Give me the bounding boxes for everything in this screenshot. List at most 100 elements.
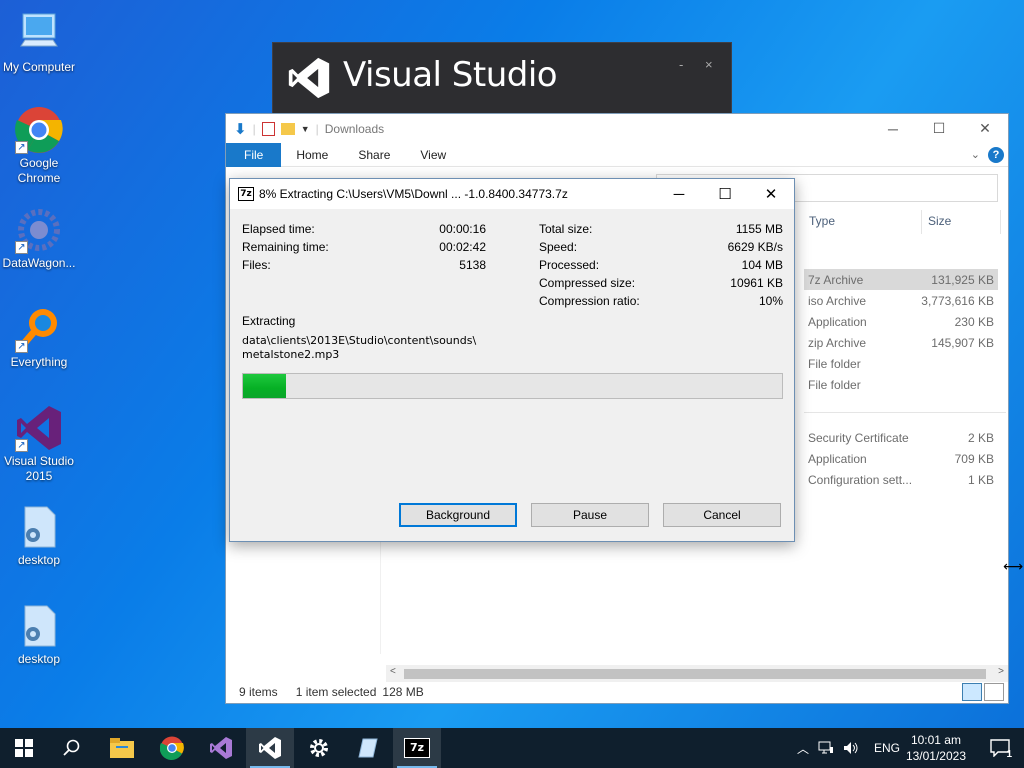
clock-time: 10:01 am bbox=[910, 733, 961, 747]
file-type: zip Archive bbox=[808, 335, 867, 350]
notification-center-button[interactable]: 1 bbox=[990, 739, 1012, 760]
scrollbar-thumb[interactable] bbox=[404, 669, 986, 679]
details-view-icon[interactable] bbox=[962, 683, 982, 701]
7zip-logo-icon: 7z bbox=[404, 738, 430, 758]
current-file-path: data\clients\2013E\Studio\content\sounds… bbox=[242, 334, 476, 362]
config-file-icon bbox=[15, 602, 63, 650]
tab-file[interactable]: File bbox=[226, 142, 282, 167]
file-type: Application bbox=[808, 451, 867, 466]
taskbar-settings[interactable] bbox=[295, 728, 343, 768]
search-icon bbox=[63, 739, 80, 756]
desktop-icon-desktop-file-1[interactable]: desktop bbox=[0, 503, 78, 568]
stat-elapsed-time: Elapsed time: 00:00:16 bbox=[242, 222, 486, 236]
splash-minimize-button[interactable]: - bbox=[679, 57, 683, 72]
file-type: Application bbox=[808, 314, 867, 329]
file-row[interactable]: zip Archive 145,907 KB bbox=[804, 332, 998, 353]
clock[interactable]: 10:01 am 13/01/2023 bbox=[906, 732, 966, 764]
taskbar-file-explorer[interactable] bbox=[98, 728, 146, 768]
scroll-left-icon[interactable]: < bbox=[390, 666, 396, 677]
close-button[interactable]: ✕ bbox=[748, 179, 794, 209]
desktop-icon-google-chrome[interactable]: ↗ Google Chrome bbox=[0, 106, 78, 186]
file-type: File folder bbox=[808, 377, 861, 392]
properties-icon[interactable] bbox=[261, 121, 275, 136]
file-type: Security Certificate bbox=[808, 430, 909, 445]
minimize-button[interactable]: ─ bbox=[656, 179, 702, 209]
column-header-size[interactable]: Size bbox=[928, 214, 951, 228]
file-row[interactable]: Application 230 KB bbox=[804, 311, 998, 332]
pause-button[interactable]: Pause bbox=[531, 503, 649, 527]
maximize-button[interactable]: ☐ bbox=[702, 179, 748, 209]
taskbar-notepad[interactable] bbox=[344, 728, 392, 768]
chrome-icon: ↗ bbox=[15, 106, 63, 154]
file-row[interactable]: Configuration sett... 1 KB bbox=[804, 469, 998, 490]
horizontal-scrollbar[interactable]: < > bbox=[386, 665, 1008, 682]
close-button[interactable]: ✕ bbox=[962, 114, 1008, 143]
maximize-button[interactable]: ☐ bbox=[916, 114, 962, 143]
start-button[interactable] bbox=[0, 728, 48, 768]
stat-remaining-time: Remaining time: 00:02:42 bbox=[242, 240, 486, 254]
volume-icon[interactable] bbox=[843, 741, 859, 755]
stat-compressed-size: Compressed size: 10961 KB bbox=[539, 276, 783, 290]
tab-home[interactable]: Home bbox=[281, 143, 343, 167]
customize-dropdown-icon[interactable]: ▼ bbox=[301, 124, 310, 134]
file-type: iso Archive bbox=[808, 293, 867, 308]
taskbar-chrome[interactable] bbox=[148, 728, 196, 768]
column-divider[interactable] bbox=[921, 210, 922, 234]
taskbar-7zip[interactable]: 7z bbox=[393, 728, 441, 768]
column-header-type[interactable]: Type bbox=[809, 214, 835, 228]
file-row[interactable]: File folder bbox=[804, 353, 998, 374]
config-file-icon bbox=[15, 503, 63, 551]
taskbar: 7z ︿ ENG 10:01 am 13/01/2023 1 bbox=[0, 728, 1024, 768]
resize-cursor-icon: ⟷ bbox=[1003, 558, 1024, 574]
group-divider bbox=[804, 412, 1006, 413]
file-row[interactable]: iso Archive 3,773,616 KB bbox=[804, 290, 998, 311]
gear-icon bbox=[310, 739, 328, 757]
large-icons-view-icon[interactable] bbox=[984, 683, 1004, 701]
file-type: 7z Archive bbox=[808, 272, 864, 287]
computer-icon bbox=[15, 10, 63, 58]
chevron-up-icon[interactable]: ︿ bbox=[797, 740, 809, 757]
tab-view[interactable]: View bbox=[405, 143, 461, 167]
column-divider[interactable] bbox=[1000, 210, 1001, 234]
minimize-button[interactable]: ─ bbox=[870, 114, 916, 143]
selection-size: 128 MB bbox=[382, 685, 424, 699]
file-size: 230 KB bbox=[954, 314, 994, 329]
desktop-icon-desktop-file-2[interactable]: desktop bbox=[0, 602, 78, 667]
stat-files: Files: 5138 bbox=[242, 258, 486, 272]
desktop-icon-label: desktop bbox=[17, 652, 61, 666]
progress-bar bbox=[242, 373, 783, 399]
taskbar-visual-studio[interactable] bbox=[246, 728, 294, 768]
desktop-icon-datawagon[interactable]: ↗ DataWagon... bbox=[0, 206, 78, 271]
network-icon[interactable] bbox=[818, 741, 834, 755]
desktop-icon-visual-studio[interactable]: ↗ Visual Studio 2015 bbox=[0, 404, 78, 484]
visual-studio-splash: Visual Studio - × bbox=[272, 42, 732, 114]
splash-close-button[interactable]: × bbox=[705, 57, 713, 72]
desktop-icon-label: Google Chrome bbox=[17, 156, 61, 185]
help-icon[interactable]: ? bbox=[988, 147, 1004, 163]
file-row[interactable]: 7z Archive 131,925 KB bbox=[804, 269, 998, 290]
desktop-icon-my-computer[interactable]: My Computer bbox=[0, 10, 78, 75]
download-arrow-icon[interactable]: ⬇ bbox=[234, 120, 247, 138]
background-button[interactable]: Background bbox=[399, 503, 517, 527]
scroll-right-icon[interactable]: > bbox=[998, 666, 1004, 677]
desktop-icon-label: Visual Studio 2015 bbox=[4, 454, 74, 483]
desktop-icon-label: desktop bbox=[17, 553, 61, 567]
ribbon-tabs: File Home Share View ⌄ ? bbox=[226, 142, 1008, 167]
file-row[interactable]: Security Certificate 2 KB bbox=[804, 427, 998, 448]
clock-date: 13/01/2023 bbox=[905, 749, 966, 763]
shortcut-arrow-icon: ↗ bbox=[15, 439, 28, 452]
file-size: 2 KB bbox=[967, 430, 994, 445]
new-folder-icon[interactable] bbox=[280, 122, 295, 135]
cancel-button[interactable]: Cancel bbox=[663, 503, 781, 527]
taskbar-visual-studio-2015[interactable] bbox=[197, 728, 245, 768]
progress-fill bbox=[243, 374, 287, 398]
item-count: 9 items bbox=[239, 685, 278, 699]
desktop-icon-everything[interactable]: ↗ Everything bbox=[0, 305, 78, 370]
file-row[interactable]: Application 709 KB bbox=[804, 448, 998, 469]
file-row[interactable]: File folder bbox=[804, 374, 998, 395]
input-language[interactable]: ENG bbox=[874, 741, 900, 755]
stat-processed: Processed: 104 MB bbox=[539, 258, 783, 272]
search-button[interactable] bbox=[48, 728, 96, 768]
chevron-down-icon[interactable]: ⌄ bbox=[971, 148, 980, 161]
tab-share[interactable]: Share bbox=[343, 143, 405, 167]
